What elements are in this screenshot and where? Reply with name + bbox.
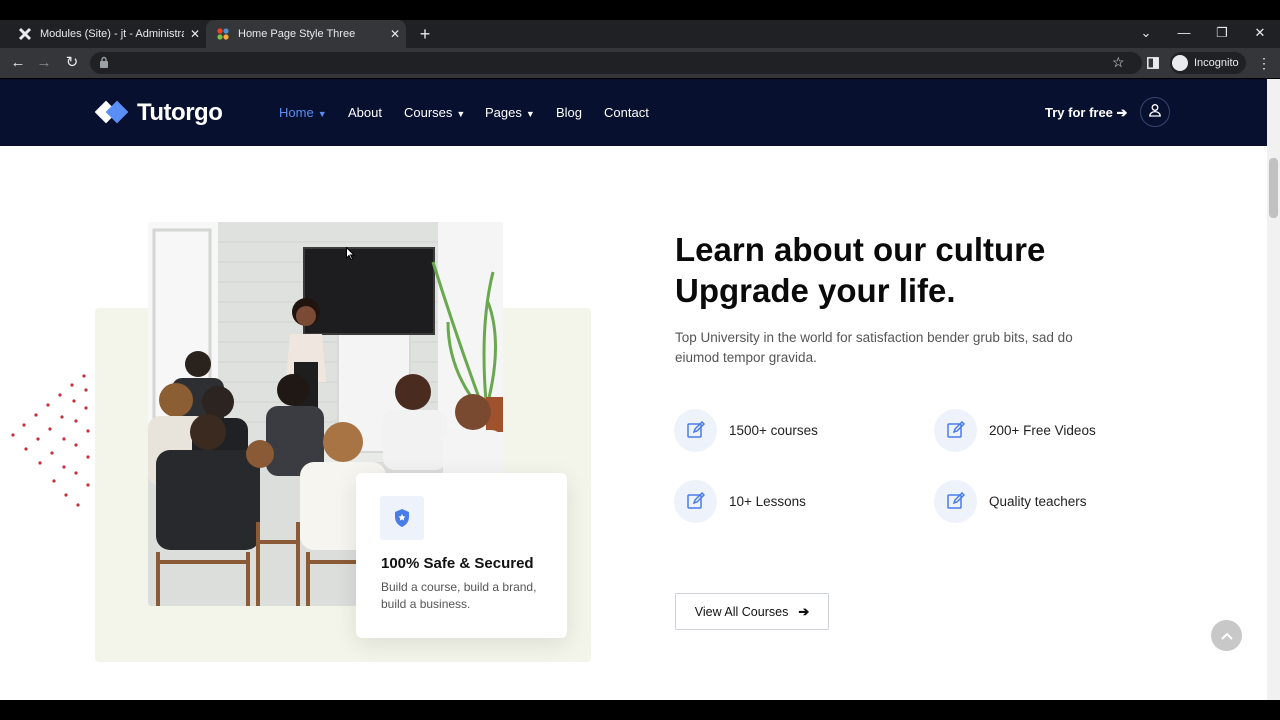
chevron-up-icon: [1220, 627, 1233, 645]
shield-icon: [380, 496, 424, 540]
forward-arrow-icon[interactable]: →: [31, 48, 57, 78]
incognito-icon: [1172, 55, 1188, 71]
user-icon: [1148, 103, 1162, 122]
browser-tab-strip: Modules (Site) - jt - Administratio ✕ Ho…: [0, 20, 1280, 48]
side-panel-icon[interactable]: [1147, 56, 1159, 74]
section-lead-text: Top University in the world for satisfac…: [675, 330, 1073, 365]
nav-about[interactable]: About: [348, 103, 382, 123]
incognito-label: Incognito: [1194, 57, 1239, 69]
site-logo[interactable]: Tutorgo: [94, 98, 223, 128]
star-icon[interactable]: ☆: [1112, 54, 1125, 71]
browser-tab-modules[interactable]: Modules (Site) - jt - Administratio ✕: [8, 20, 206, 48]
feature-item: 200+ Free Videos: [934, 408, 1096, 452]
scroll-to-top-button[interactable]: [1211, 620, 1242, 651]
minimize-icon[interactable]: —: [1166, 20, 1202, 48]
try-for-free-link[interactable]: Try for free ➔: [1045, 103, 1127, 123]
card-title: 100% Safe & Secured: [381, 555, 534, 572]
nav-label: Courses: [404, 105, 453, 120]
arrow-right-icon: ➔: [1116, 105, 1128, 120]
more-menu-icon[interactable]: ⋮: [1257, 55, 1271, 72]
chevron-down-icon: ▼: [525, 109, 535, 119]
try-free-label: Try for free: [1045, 105, 1113, 120]
edit-icon: [934, 408, 977, 452]
heading-line-1: Learn about our culture: [675, 231, 1046, 268]
feature-label: 10+ Lessons: [729, 493, 806, 509]
close-tab-icon[interactable]: ✕: [384, 27, 406, 41]
nav-home[interactable]: Home ▼: [279, 103, 327, 123]
reload-icon[interactable]: ↻: [59, 48, 85, 78]
card-description: Build a course, build a brand, build a b…: [381, 580, 537, 611]
feature-label: 1500+ courses: [729, 422, 818, 438]
nav-courses[interactable]: Courses ▼: [404, 103, 465, 123]
decorative-dot-pattern: [10, 373, 95, 513]
edit-icon: [934, 479, 977, 523]
logo-text: Tutorgo: [137, 99, 223, 126]
safe-secured-card: 100% Safe & Secured Build a course, buil…: [356, 473, 567, 638]
nav-blog[interactable]: Blog: [556, 103, 582, 123]
scrollbar-thumb[interactable]: [1269, 158, 1278, 218]
edit-icon: [674, 479, 717, 523]
feature-label: 200+ Free Videos: [989, 422, 1096, 438]
nav-label: Blog: [556, 105, 583, 120]
heading-line-2: Upgrade your life.: [675, 272, 956, 309]
nav-label: Home: [279, 105, 314, 120]
feature-label: Quality teachers: [989, 493, 1087, 509]
joomla-icon: [216, 27, 230, 41]
address-bar[interactable]: ☆: [90, 52, 1142, 74]
back-arrow-icon[interactable]: ←: [5, 48, 31, 78]
close-tab-icon[interactable]: ✕: [184, 27, 206, 41]
joomla-icon: [18, 27, 32, 41]
feature-item: 10+ Lessons: [674, 479, 806, 523]
nav-label: About: [348, 105, 382, 120]
nav-contact[interactable]: Contact: [604, 103, 649, 123]
user-account-button[interactable]: [1140, 97, 1170, 127]
restore-icon[interactable]: ❐: [1204, 20, 1240, 48]
feature-item: Quality teachers: [934, 479, 1087, 523]
chevron-down-icon[interactable]: ⌄: [1128, 20, 1164, 48]
logo-mark-icon: [94, 98, 131, 128]
arrow-right-icon: ➔: [798, 603, 810, 619]
tab-title: Home Page Style Three: [238, 28, 356, 40]
screen-bottom-border: [0, 700, 1280, 720]
incognito-badge[interactable]: Incognito: [1170, 52, 1246, 74]
feature-item: 1500+ courses: [674, 408, 818, 452]
edit-icon: [674, 408, 717, 452]
web-page: Tutorgo Home ▼ About Courses ▼ Pages ▼ Blog…: [0, 79, 1267, 700]
nav-pages[interactable]: Pages ▼: [485, 103, 535, 123]
screen-top-border: [0, 0, 1280, 20]
site-header: Tutorgo Home ▼ About Courses ▼ Pages ▼ Blog…: [0, 79, 1267, 146]
tab-title: Modules (Site) - jt - Administratio: [40, 28, 184, 40]
nav-label: Contact: [604, 105, 649, 120]
close-window-icon[interactable]: ✕: [1242, 20, 1278, 48]
plus-icon[interactable]: +: [414, 20, 436, 48]
view-all-courses-button[interactable]: View All Courses ➔: [675, 593, 829, 630]
lock-icon: [99, 56, 109, 74]
browser-tab-home[interactable]: Home Page Style Three ✕: [206, 20, 406, 48]
section-heading: Learn about our culture Upgrade your lif…: [675, 229, 1195, 311]
chevron-down-icon: ▼: [317, 109, 327, 119]
button-label: View All Courses: [694, 604, 789, 619]
chevron-down-icon: ▼: [456, 109, 466, 119]
mouse-cursor-icon: [346, 246, 356, 265]
nav-label: Pages: [485, 105, 522, 120]
